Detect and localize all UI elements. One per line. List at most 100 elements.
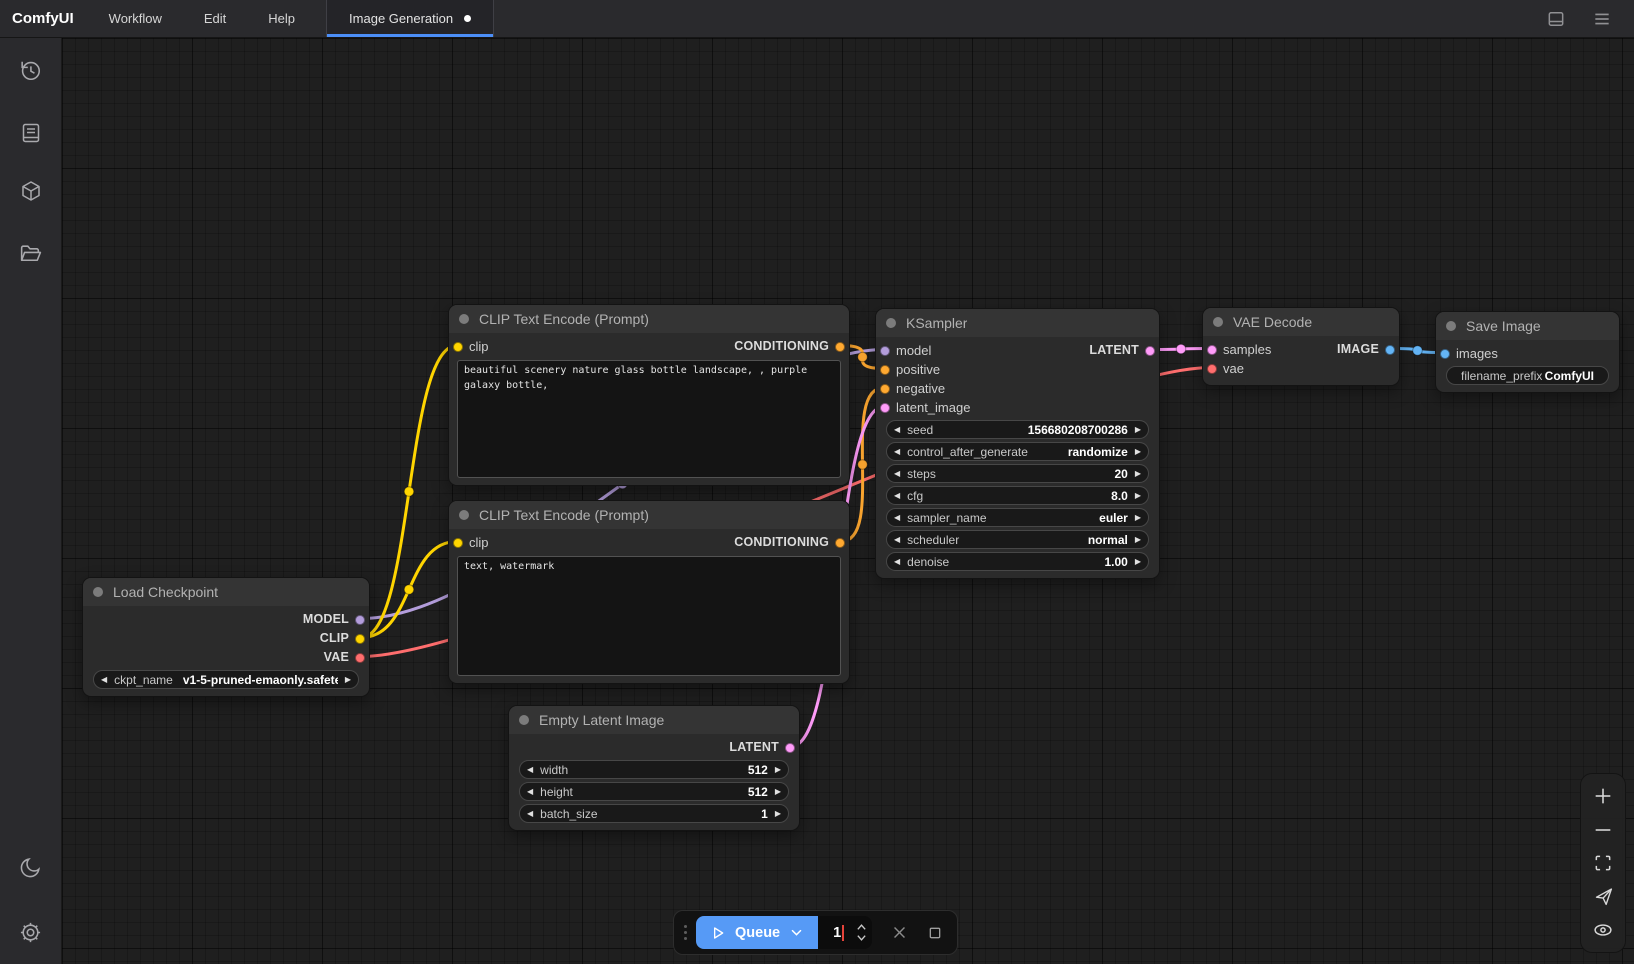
widget-control_after_generate[interactable]: ◀control_after_generaterandomize▶ [886, 442, 1149, 461]
drag-handle[interactable] [684, 925, 687, 940]
node-header[interactable]: KSampler [876, 309, 1159, 337]
pan-mode-icon[interactable] [1588, 884, 1618, 910]
node-collapse-dot-icon[interactable] [1446, 321, 1456, 331]
increment-arrow-icon[interactable]: ▶ [1135, 536, 1141, 544]
input-port-clip[interactable] [453, 538, 463, 548]
workflow-tab[interactable]: Image Generation [326, 0, 494, 37]
queue-button[interactable]: Queue [696, 916, 818, 949]
input-port-images[interactable] [1440, 349, 1450, 359]
decrement-arrow-icon[interactable]: ◀ [527, 788, 533, 796]
decrement-arrow-icon[interactable]: ◀ [894, 558, 900, 566]
prompt-textarea[interactable]: text, watermark [457, 556, 841, 676]
node-collapse-dot-icon[interactable] [459, 510, 469, 520]
node-header[interactable]: Save Image [1436, 312, 1619, 340]
node-header[interactable]: CLIP Text Encode (Prompt) [449, 501, 849, 529]
widget-cfg[interactable]: ◀cfg8.0▶ [886, 486, 1149, 505]
batch-count-input[interactable]: 1 [818, 916, 872, 949]
theme-toggle-icon[interactable] [11, 847, 51, 887]
increment-arrow-icon[interactable]: ▶ [1135, 448, 1141, 456]
panel-bottom-icon[interactable] [1546, 9, 1566, 29]
node-collapse-dot-icon[interactable] [1213, 317, 1223, 327]
spinner-up-icon[interactable] [856, 923, 867, 931]
node-empty_latent[interactable]: Empty Latent ImageLATENT◀width512▶◀heigh… [508, 705, 800, 831]
increment-arrow-icon[interactable]: ▶ [1135, 426, 1141, 434]
prompt-textarea[interactable]: beautiful scenery nature glass bottle la… [457, 360, 841, 478]
output-port-CLIP[interactable] [355, 634, 365, 644]
node-collapse-dot-icon[interactable] [886, 318, 896, 328]
widget-ckpt_name[interactable]: ◀ckpt_namev1-5-pruned-emaonly.safete...▶ [93, 670, 359, 689]
output-port-CONDITIONING[interactable] [835, 538, 845, 548]
decrement-arrow-icon[interactable]: ◀ [894, 536, 900, 544]
widget-steps[interactable]: ◀steps20▶ [886, 464, 1149, 483]
input-port-clip[interactable] [453, 342, 463, 352]
increment-arrow-icon[interactable]: ▶ [1135, 470, 1141, 478]
node-save_image[interactable]: Save Imageimagesfilename_prefixComfyUI [1435, 311, 1620, 393]
increment-arrow-icon[interactable]: ▶ [775, 766, 781, 774]
node-vae_decode[interactable]: VAE DecodesamplesIMAGEvae [1202, 307, 1400, 386]
output-port-IMAGE[interactable] [1385, 345, 1395, 355]
decrement-arrow-icon[interactable]: ◀ [101, 676, 107, 684]
zoom-in-icon[interactable] [1588, 783, 1618, 809]
increment-arrow-icon[interactable]: ▶ [775, 788, 781, 796]
queue-icon[interactable] [11, 113, 51, 153]
decrement-arrow-icon[interactable]: ◀ [894, 470, 900, 478]
stop-icon[interactable] [927, 925, 943, 941]
settings-icon[interactable] [11, 912, 51, 952]
input-port-negative[interactable] [880, 384, 890, 394]
node-header[interactable]: VAE Decode [1203, 308, 1399, 336]
increment-arrow-icon[interactable]: ▶ [345, 676, 351, 684]
workflows-icon[interactable] [11, 233, 51, 273]
decrement-arrow-icon[interactable]: ◀ [527, 766, 533, 774]
input-port-latent_image[interactable] [880, 403, 890, 413]
widget-width[interactable]: ◀width512▶ [519, 760, 789, 779]
node-header[interactable]: Load Checkpoint [83, 578, 369, 606]
node-clip_positive[interactable]: CLIP Text Encode (Prompt)clipCONDITIONIN… [448, 304, 850, 486]
history-icon[interactable] [11, 50, 51, 90]
increment-arrow-icon[interactable]: ▶ [1135, 492, 1141, 500]
menu-edit[interactable]: Edit [183, 0, 247, 37]
node-header[interactable]: CLIP Text Encode (Prompt) [449, 305, 849, 333]
node-header[interactable]: Empty Latent Image [509, 706, 799, 734]
widget-seed[interactable]: ◀seed156680208700286▶ [886, 420, 1149, 439]
increment-arrow-icon[interactable]: ▶ [775, 810, 781, 818]
input-port-samples[interactable] [1207, 345, 1217, 355]
widget-batch_size[interactable]: ◀batch_size1▶ [519, 804, 789, 823]
widget-sampler_name[interactable]: ◀sampler_nameeuler▶ [886, 508, 1149, 527]
input-port-model[interactable] [880, 346, 890, 356]
node-collapse-dot-icon[interactable] [93, 587, 103, 597]
menu-help[interactable]: Help [247, 0, 316, 37]
menu-workflow[interactable]: Workflow [88, 0, 183, 37]
widget-denoise[interactable]: ◀denoise1.00▶ [886, 552, 1149, 571]
chevron-down-icon[interactable] [789, 925, 804, 940]
graph-canvas[interactable] [62, 38, 1634, 964]
input-port-positive[interactable] [880, 365, 890, 375]
output-port-CONDITIONING[interactable] [835, 342, 845, 352]
widget-filename_prefix[interactable]: filename_prefixComfyUI [1446, 366, 1609, 385]
widget-height[interactable]: ◀height512▶ [519, 782, 789, 801]
decrement-arrow-icon[interactable]: ◀ [894, 426, 900, 434]
decrement-arrow-icon[interactable]: ◀ [527, 810, 533, 818]
output-port-MODEL[interactable] [355, 615, 365, 625]
output-port-LATENT[interactable] [1145, 346, 1155, 356]
widget-scheduler[interactable]: ◀schedulernormal▶ [886, 530, 1149, 549]
output-port-LATENT[interactable] [785, 743, 795, 753]
node-ksampler[interactable]: KSamplermodelLATENTpositivenegativelaten… [875, 308, 1160, 579]
decrement-arrow-icon[interactable]: ◀ [894, 492, 900, 500]
zoom-out-icon[interactable] [1588, 817, 1618, 843]
node-library-icon[interactable] [11, 171, 51, 211]
toggle-links-visibility-icon[interactable] [1588, 917, 1618, 943]
clear-queue-icon[interactable] [891, 924, 908, 941]
input-port-vae[interactable] [1207, 364, 1217, 374]
node-load_checkpoint[interactable]: Load CheckpointMODELCLIPVAE◀ckpt_namev1-… [82, 577, 370, 697]
increment-arrow-icon[interactable]: ▶ [1135, 558, 1141, 566]
increment-arrow-icon[interactable]: ▶ [1135, 514, 1141, 522]
fit-view-icon[interactable] [1588, 850, 1618, 876]
node-clip_negative[interactable]: CLIP Text Encode (Prompt)clipCONDITIONIN… [448, 500, 850, 684]
decrement-arrow-icon[interactable]: ◀ [894, 448, 900, 456]
node-collapse-dot-icon[interactable] [459, 314, 469, 324]
output-port-VAE[interactable] [355, 653, 365, 663]
decrement-arrow-icon[interactable]: ◀ [894, 514, 900, 522]
spinner-down-icon[interactable] [856, 934, 867, 942]
node-collapse-dot-icon[interactable] [519, 715, 529, 725]
menu-icon[interactable] [1592, 9, 1612, 29]
